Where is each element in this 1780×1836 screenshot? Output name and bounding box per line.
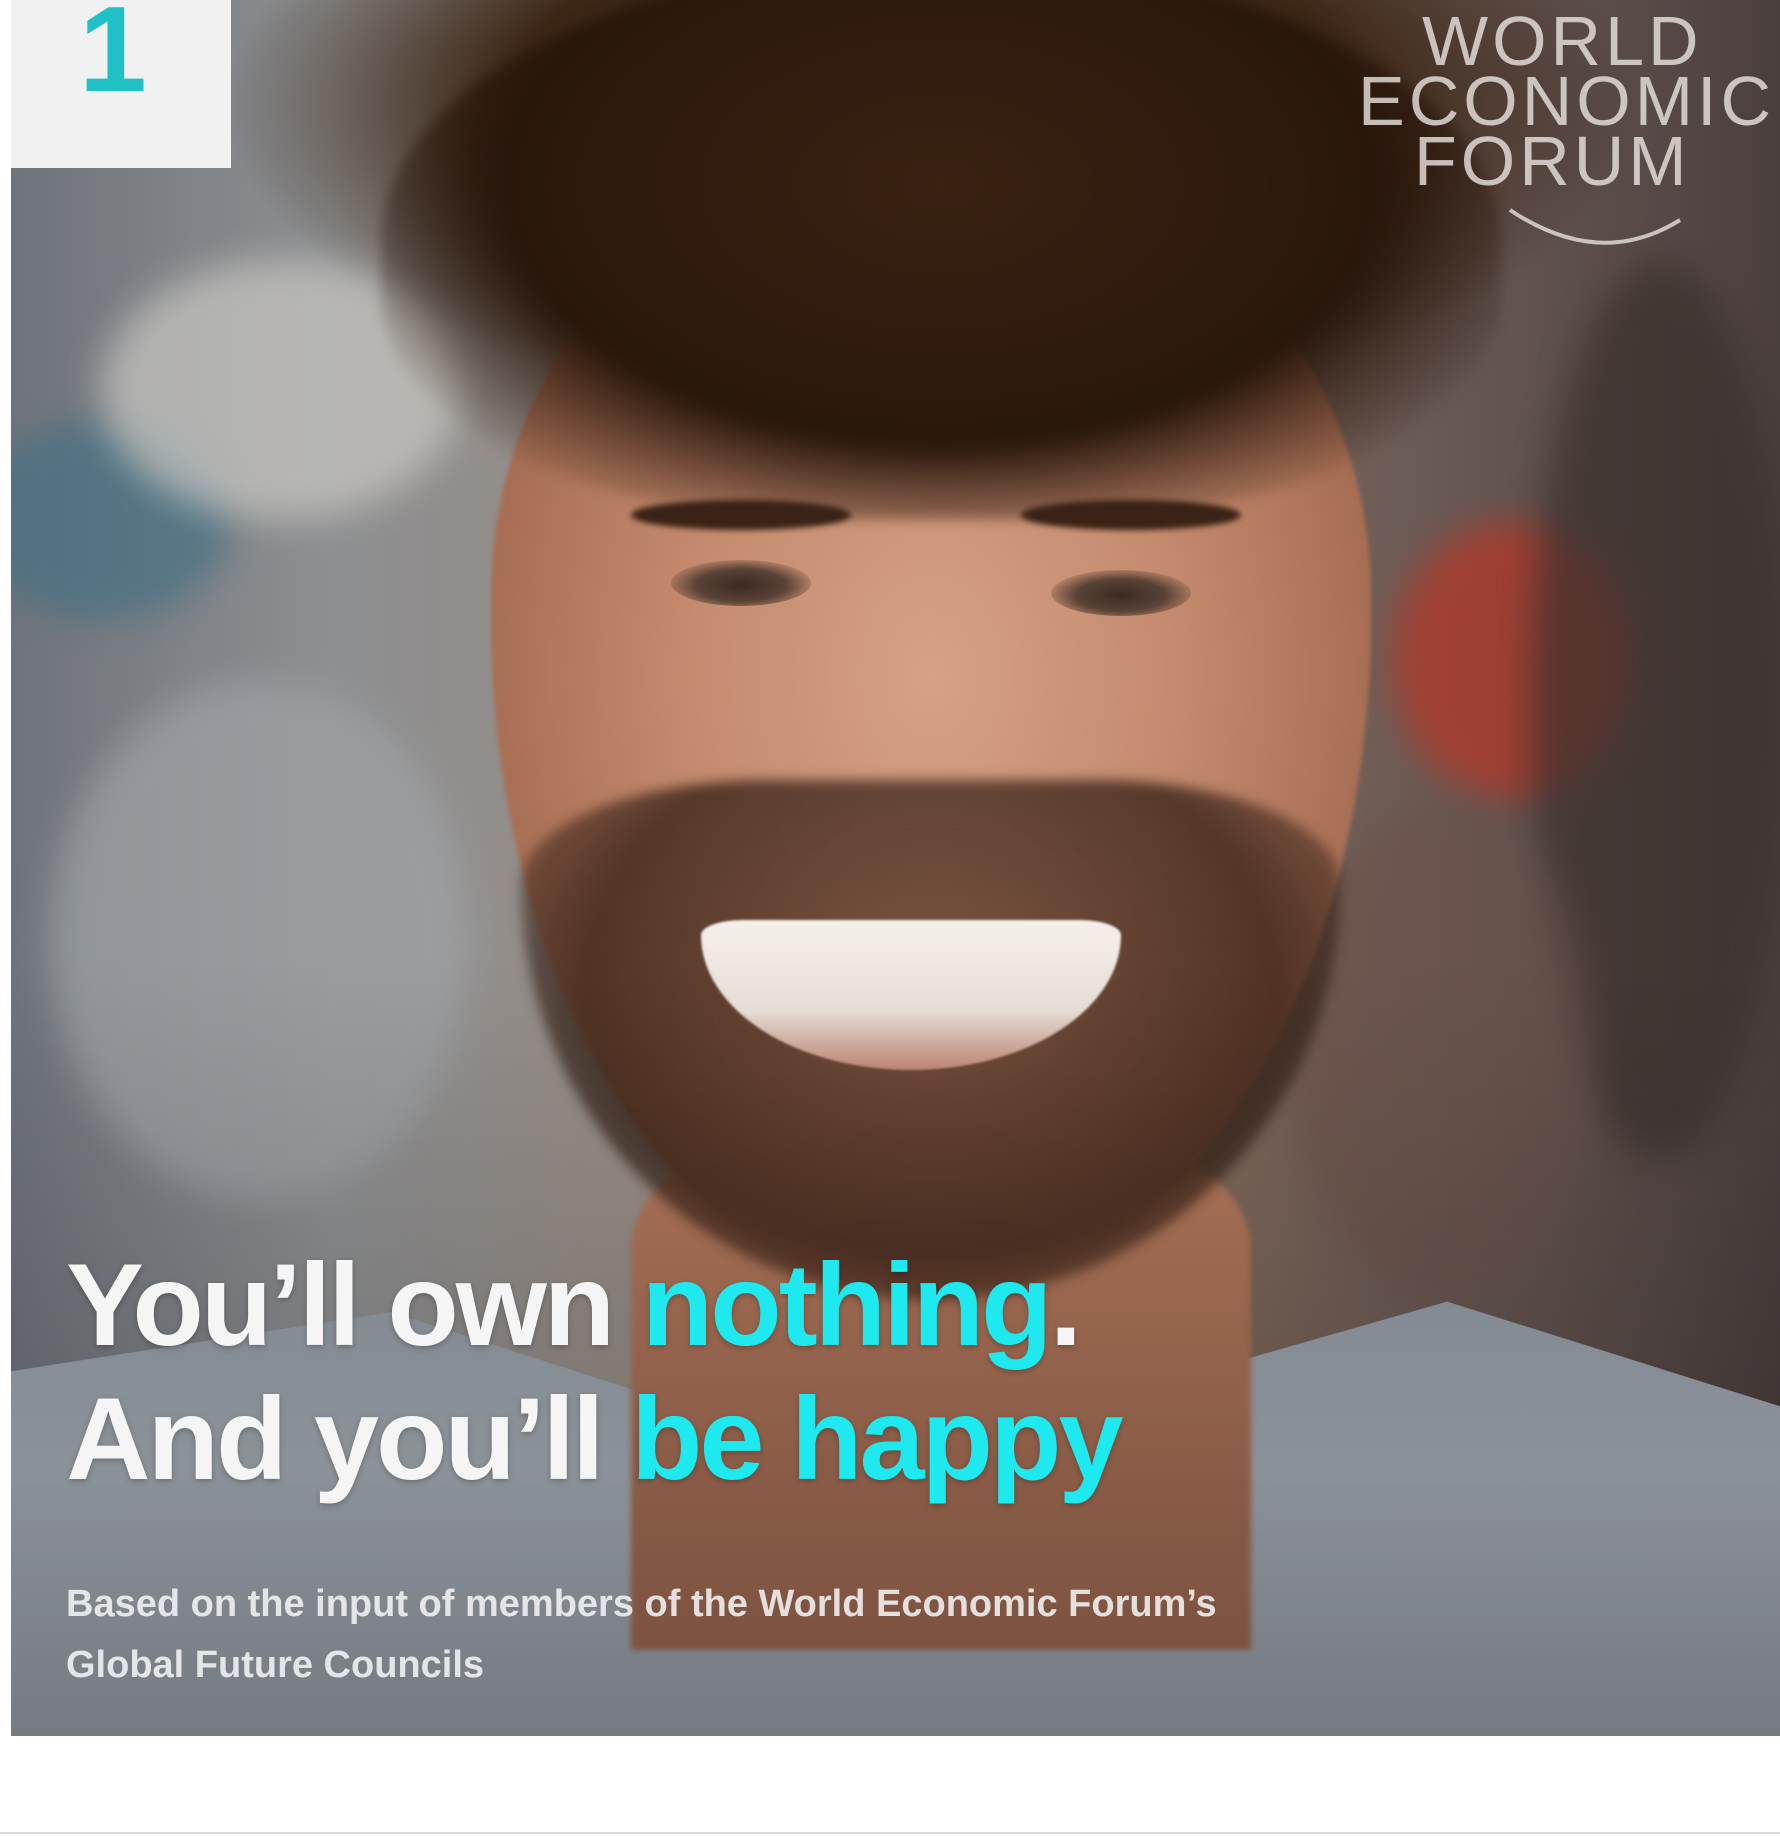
footnote-line-2: Global Future Councils — [66, 1644, 485, 1686]
headline-line-2-white: And you’ll — [66, 1373, 631, 1504]
headline: You’ll own nothing. And you’ll be happy — [66, 1238, 1124, 1506]
logo-swoosh-icon — [1508, 208, 1682, 245]
footnote-line-1: Based on the input of members of the Wor… — [66, 1583, 1217, 1625]
headline-line-1-white: You’ll own — [66, 1239, 642, 1370]
slide-number-badge: 1 — [11, 0, 231, 168]
slide: 1 WORLD ECONOMIC FORUM You’ll own nothin… — [0, 0, 1780, 1836]
source-footnote: Based on the input of members of the Wor… — [66, 1574, 1217, 1696]
headline-accent-nothing: nothing — [641, 1239, 1053, 1370]
bottom-divider — [0, 1832, 1780, 1834]
headline-line-2: And you’ll be happy — [66, 1372, 1124, 1506]
slide-number: 1 — [79, 0, 147, 117]
headline-line-1: You’ll own nothing. — [66, 1238, 1121, 1372]
wef-logo-watermark: WORLD ECONOMIC FORUM — [1340, 0, 1780, 270]
headline-accent-be-happy: be happy — [630, 1373, 1124, 1504]
headline-line-1-end: . — [1049, 1239, 1082, 1370]
